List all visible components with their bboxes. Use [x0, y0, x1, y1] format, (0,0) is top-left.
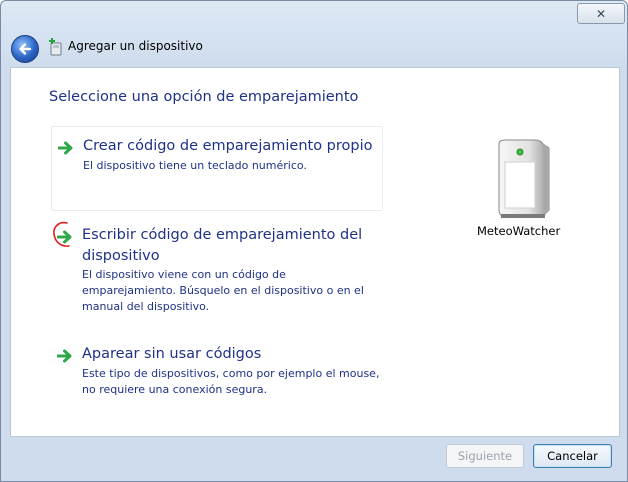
option-description: El dispositivo viene con un código de em… [82, 268, 364, 313]
add-device-icon [49, 38, 62, 56]
option-title: Escribir código de emparejamiento del di… [82, 227, 363, 264]
option-title: Crear código de emparejamiento propio [83, 138, 373, 154]
content-panel: Seleccione una opción de emparejamiento … [10, 67, 620, 437]
green-arrow-icon [57, 349, 72, 363]
add-device-window: ✕ Agregar un dispositivo Seleccione una … [0, 0, 628, 482]
window-title: Agregar un dispositivo [68, 39, 203, 53]
close-button[interactable]: ✕ [577, 3, 625, 24]
green-arrow-icon [58, 141, 73, 155]
option-enter-device-code[interactable]: Escribir código de emparejamiento del di… [51, 225, 381, 317]
option-description: Este tipo de dispositivos, como por ejem… [82, 367, 380, 396]
option-description: El dispositivo tiene un teclado numérico… [83, 159, 307, 172]
back-button[interactable] [11, 35, 39, 63]
option-pair-without-code[interactable]: Aparear sin usar códigos Este tipo de di… [51, 344, 381, 404]
cancel-button[interactable]: Cancelar [533, 444, 612, 468]
next-button[interactable]: Siguiente [446, 444, 524, 468]
close-icon: ✕ [595, 6, 607, 21]
option-create-own-code[interactable]: Crear código de emparejamiento propio El… [51, 126, 383, 211]
device-name: MeteoWatcher [477, 224, 561, 238]
page-heading: Seleccione una opción de emparejamiento [49, 89, 359, 105]
back-arrow-icon [19, 43, 32, 55]
device-tower-icon [498, 139, 550, 218]
option-title: Aparear sin usar códigos [82, 346, 262, 362]
red-circle-annotation [53, 221, 70, 247]
